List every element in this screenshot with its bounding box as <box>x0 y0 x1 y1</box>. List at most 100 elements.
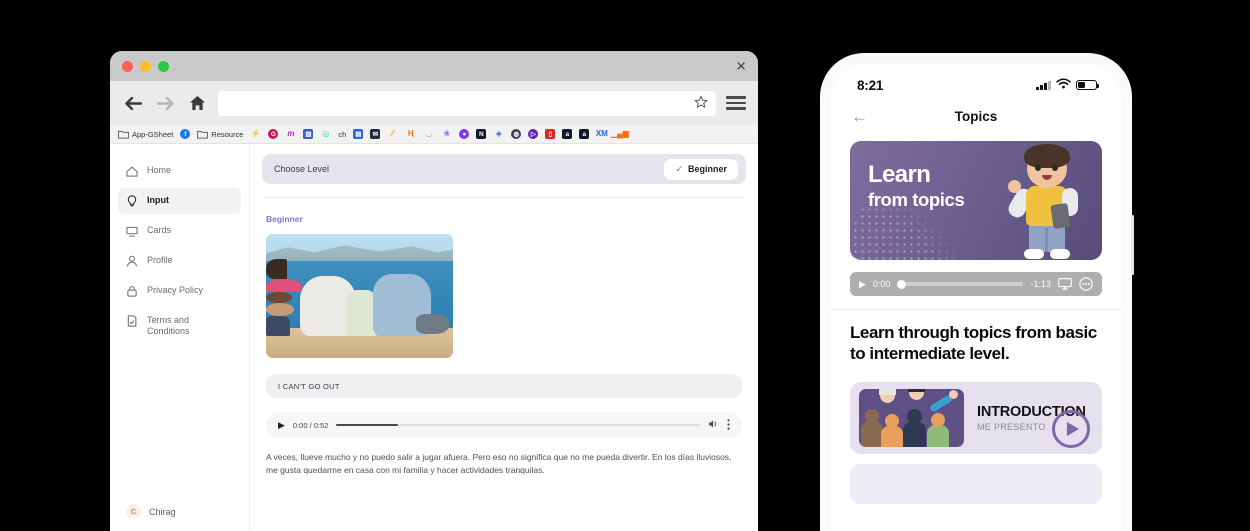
sidebar-item-input[interactable]: Input <box>118 188 241 214</box>
sidebar-item-label: Input <box>147 195 169 205</box>
bookmark-item[interactable]: ▯ <box>545 129 556 139</box>
home-icon <box>126 165 138 177</box>
bookmark-item[interactable]: ▨ <box>303 129 314 139</box>
home-icon[interactable] <box>186 92 208 114</box>
monitor-icon <box>126 225 138 237</box>
app-sidebar: Home Input Cards Profile Privacy Policy … <box>110 144 250 531</box>
g-circle-icon: G <box>268 129 279 139</box>
sidebar-item-home[interactable]: Home <box>118 158 241 184</box>
audio-time: 0:00 / 0:52 <box>292 420 329 430</box>
phone-header: ← Topics <box>831 98 1121 134</box>
bookmark-item[interactable]: G <box>268 129 279 139</box>
status-time: 8:21 <box>857 77 884 93</box>
lock-icon <box>126 285 138 297</box>
lesson-image <box>266 234 453 358</box>
folder-icon <box>197 129 209 140</box>
bookmark-item[interactable]: ❀ <box>441 129 452 140</box>
bookmark-item[interactable]: ✉ <box>370 129 381 139</box>
kebab-menu-icon[interactable] <box>727 418 730 432</box>
analytics-icon: ▨ <box>303 129 314 139</box>
play-icon[interactable] <box>1052 410 1090 449</box>
bookmark-item[interactable]: App-GSheet <box>118 129 173 140</box>
sidebar-item-cards[interactable]: Cards <box>118 218 241 244</box>
bookmark-item[interactable]: ◍ <box>511 129 522 139</box>
audio-current-time: 0:00 <box>872 279 891 289</box>
swirl-icon: ◡ <box>425 129 433 138</box>
maximize-window-dot[interactable] <box>158 60 169 72</box>
bookmark-item[interactable]: Ⱨ <box>405 129 416 140</box>
phone-status-bar: 8:21 <box>831 64 1121 98</box>
diamond-icon: ◈ <box>495 129 502 138</box>
audio-progress-track[interactable] <box>897 279 1024 289</box>
bookmark-label: App-GSheet <box>132 129 174 139</box>
bookmark-item[interactable]: ⁄⁄ <box>387 129 398 140</box>
bulb-icon <box>126 195 138 207</box>
play-icon[interactable]: ▶ <box>859 279 866 290</box>
bookmark-item[interactable]: ch <box>338 130 346 139</box>
close-window-dot[interactable] <box>122 60 133 72</box>
choose-level-bar: Choose Level ✓ Beginner <box>262 154 746 184</box>
bookmark-item[interactable]: ◈ <box>493 129 504 140</box>
bookmark-item[interactable]: f <box>180 129 191 139</box>
caption-text: I CAN'T GO OUT <box>278 381 340 391</box>
audio-progress-track[interactable] <box>336 424 700 426</box>
bookmark-item[interactable]: ▤ <box>353 129 364 139</box>
topic-card-introduction[interactable]: INTRODUCTION ME PRESENTO <box>850 382 1102 455</box>
browser-menu-icon[interactable] <box>726 96 746 110</box>
a-dark-icon: a <box>562 129 573 139</box>
browser-titlebar: × <box>110 51 758 81</box>
bookmark-item[interactable]: ◎ <box>320 129 331 140</box>
bookmark-item[interactable]: m <box>285 129 296 140</box>
sidebar-user[interactable]: C Chirag <box>118 498 241 525</box>
phone-mockup: 8:21 ← Topics Learn from topics ▶ 0:00 -… <box>820 53 1134 531</box>
slash-icon: ⁄⁄ <box>391 129 395 138</box>
main-content: Choose Level ✓ Beginner Beginner I CAN'T… <box>250 144 758 531</box>
close-icon[interactable]: × <box>736 58 746 75</box>
topic-thumbnail <box>859 389 964 448</box>
play-icon[interactable]: ▶ <box>278 420 285 431</box>
bookmark-item[interactable]: ▷ <box>528 129 539 139</box>
bookmark-item[interactable]: Resource <box>197 129 243 140</box>
m-orange-icon: Ⱨ <box>407 129 414 138</box>
bookmark-item[interactable]: a <box>579 129 590 139</box>
bookmark-item[interactable]: XM <box>596 129 608 140</box>
power-button[interactable] <box>1131 215 1134 275</box>
more-circle-icon[interactable] <box>1079 277 1093 291</box>
airplay-icon[interactable] <box>1058 278 1072 290</box>
character-illustration <box>1005 144 1088 260</box>
level-selector-button[interactable]: ✓ Beginner <box>664 158 738 180</box>
lesson-caption: I CAN'T GO OUT <box>266 374 742 398</box>
learn-banner[interactable]: Learn from topics <box>850 141 1102 260</box>
audio-progress-knob[interactable] <box>897 279 907 289</box>
phone-screen: 8:21 ← Topics Learn from topics ▶ 0:00 -… <box>831 64 1121 531</box>
bookmark-item[interactable]: ⚡ <box>250 129 261 140</box>
bolt-icon: ⚡ <box>250 129 261 138</box>
volume-icon[interactable] <box>708 419 719 431</box>
bookmark-item[interactable]: N <box>476 129 487 139</box>
bookmark-item[interactable]: ▁▄▆ <box>610 129 629 140</box>
bookmark-label: Resource <box>211 129 244 139</box>
user-name: Chirag <box>149 506 176 517</box>
bookmark-item[interactable]: ◡ <box>423 129 434 140</box>
back-arrow-icon[interactable] <box>122 92 144 114</box>
browser-body: Home Input Cards Profile Privacy Policy … <box>110 144 758 531</box>
bar-chart-icon: ▁▄▆ <box>610 129 629 138</box>
bookmark-item[interactable]: ● <box>459 129 470 139</box>
forward-arrow-icon[interactable] <box>154 92 176 114</box>
sidebar-item-terms-and-conditions[interactable]: Terms and Conditions <box>118 308 241 345</box>
minimize-window-dot[interactable] <box>140 60 151 72</box>
phone-audio-player: ▶ 0:00 -1:13 <box>850 272 1102 296</box>
bookmark-item[interactable]: a <box>562 129 573 139</box>
battery-icon <box>1076 79 1099 91</box>
choose-level-label: Choose Level <box>274 164 330 174</box>
phone-divider <box>831 309 1121 310</box>
phone-heading: Learn through topics from basic to inter… <box>850 323 1097 363</box>
sidebar-item-privacy-policy[interactable]: Privacy Policy <box>118 278 241 304</box>
sidebar-item-label: Home <box>147 165 172 175</box>
sidebar-item-label: Profile <box>147 255 173 265</box>
content-divider <box>262 197 746 198</box>
address-bar[interactable] <box>218 90 716 116</box>
topic-card-next[interactable] <box>850 464 1102 505</box>
sidebar-item-profile[interactable]: Profile <box>118 248 241 274</box>
bookmark-star-icon[interactable] <box>694 95 708 112</box>
